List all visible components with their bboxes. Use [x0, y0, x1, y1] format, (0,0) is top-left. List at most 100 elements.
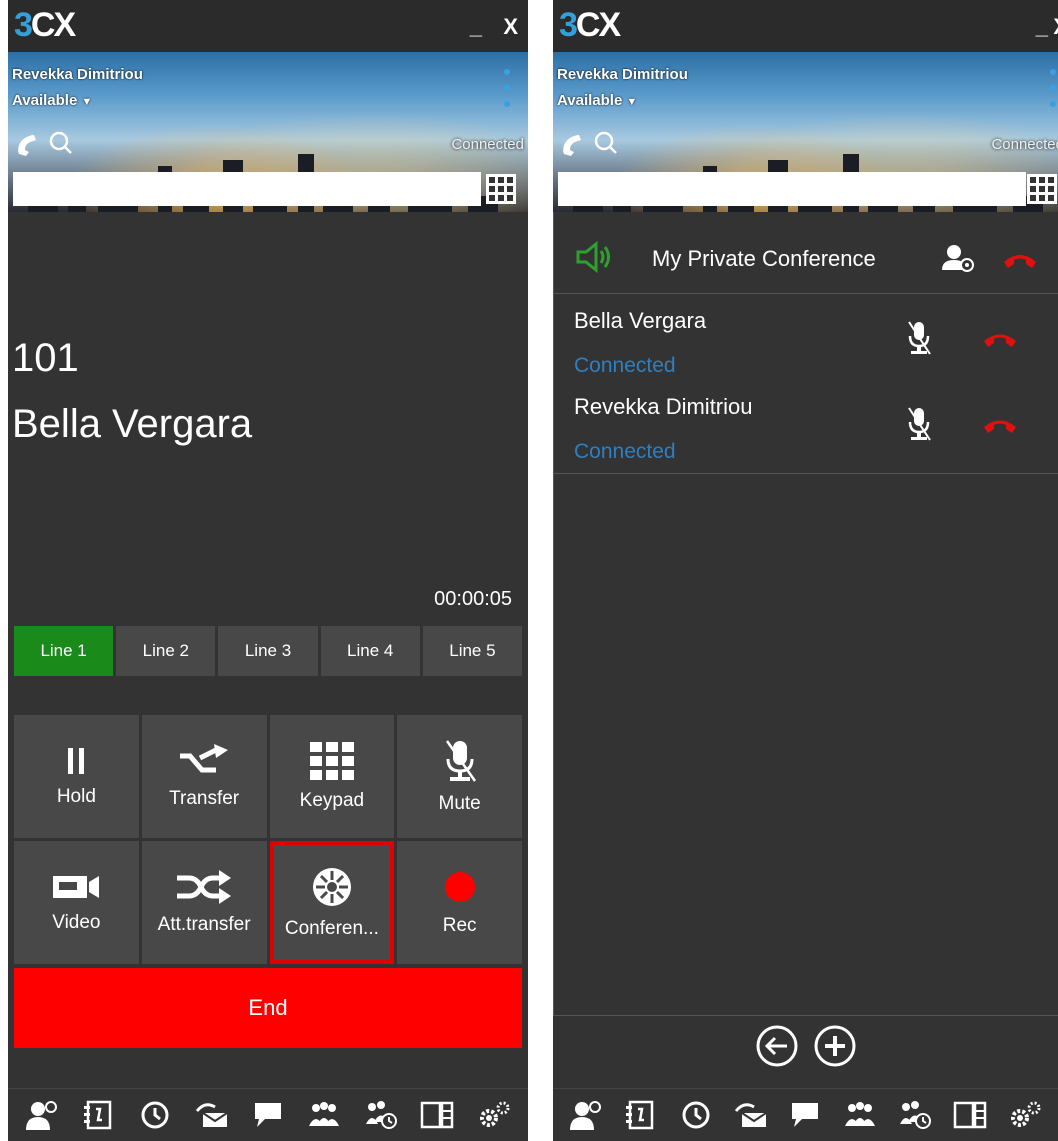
profile-banner: Revekka Dimitriou Available ▼ Connected	[553, 52, 1058, 212]
add-circle-icon[interactable]	[813, 1024, 857, 1068]
conference-schedule-icon[interactable]	[362, 1096, 400, 1134]
more-menu-icon[interactable]	[1050, 66, 1056, 110]
video-button[interactable]: Video	[14, 841, 139, 964]
phone-icon[interactable]	[14, 132, 40, 158]
user-name: Revekka Dimitriou	[557, 66, 688, 83]
presence-dropdown[interactable]: Available ▼	[12, 92, 92, 109]
end-call-button[interactable]: End	[14, 968, 522, 1048]
search-icon[interactable]	[48, 130, 74, 156]
switchboard-icon[interactable]	[841, 1096, 879, 1134]
title-bar: 3CX _ X	[8, 0, 528, 52]
conference-nav	[553, 1024, 1058, 1080]
panels-icon[interactable]	[951, 1096, 989, 1134]
keypad-icon	[309, 741, 354, 780]
search-icon[interactable]	[593, 130, 619, 156]
app-logo: 3CX	[14, 6, 76, 44]
record-icon	[444, 871, 475, 902]
softphone-conference-window: 3CX _ X Revekka Dimitriou Available▼ Con…	[553, 0, 1058, 1141]
participant-name: Bella Vergara	[574, 308, 707, 333]
mute-button[interactable]: Mute	[397, 715, 522, 838]
call-actions-grid: Hold Transfer Keypad Mute Video Att.tran…	[14, 715, 522, 964]
participant-list: Bella Vergara Connected Revekka Dimitrio…	[553, 294, 1058, 474]
hold-label: Hold	[56, 785, 96, 807]
bottom-toolbar	[8, 1088, 528, 1141]
tab-line-3[interactable]: Line 3	[218, 626, 318, 676]
hangup-icon[interactable]	[982, 328, 1018, 348]
conference-title: My Private Conference	[652, 246, 876, 271]
presence-icon[interactable]	[23, 1096, 61, 1134]
dialpad-icon[interactable]	[486, 174, 516, 204]
chat-icon[interactable]	[249, 1096, 287, 1134]
mic-muted-icon[interactable]	[906, 406, 932, 442]
settings-icon[interactable]	[1006, 1096, 1044, 1134]
att-transfer-label: Att.transfer	[157, 913, 251, 935]
dial-input[interactable]	[558, 172, 1026, 206]
connection-status: Connected	[451, 136, 524, 153]
panels-icon[interactable]	[418, 1096, 456, 1134]
minimize-button[interactable]: _	[470, 14, 482, 40]
user-name: Revekka Dimitriou	[12, 66, 143, 83]
video-camera-icon	[53, 875, 100, 898]
close-button[interactable]: X	[503, 14, 518, 40]
voicemail-icon[interactable]	[732, 1096, 770, 1134]
tab-line-4[interactable]: Line 4	[320, 626, 420, 676]
close-button[interactable]: X	[1053, 14, 1058, 40]
speaker-icon[interactable]	[574, 240, 614, 274]
line-tabs: Line 1 Line 2 Line 3 Line 4 Line 5	[14, 626, 523, 676]
minimize-button[interactable]: _	[1036, 14, 1048, 40]
conference-empty-area	[553, 474, 1058, 1016]
hangup-icon[interactable]	[982, 414, 1018, 434]
dialpad-icon[interactable]	[1027, 174, 1057, 204]
more-menu-icon[interactable]	[504, 66, 510, 110]
participant-name: Revekka Dimitriou	[574, 394, 753, 419]
mic-muted-icon[interactable]	[906, 320, 932, 356]
tab-line-2[interactable]: Line 2	[116, 626, 216, 676]
hold-button[interactable]: Hold	[14, 715, 139, 838]
conference-label: Conferen...	[284, 917, 379, 939]
phone-icon[interactable]	[559, 132, 585, 158]
att-transfer-button[interactable]: Att.transfer	[141, 841, 267, 964]
mic-muted-icon	[445, 739, 476, 782]
app-logo: 3CX	[559, 6, 621, 44]
conference-button[interactable]: Conferen...	[269, 841, 395, 964]
record-button[interactable]: Rec	[397, 841, 522, 964]
keypad-label: Keypad	[299, 789, 365, 811]
presence-dropdown[interactable]: Available ▼	[557, 92, 637, 109]
dial-input[interactable]	[13, 172, 481, 206]
caller-name: Bella Vergara	[12, 402, 253, 446]
pause-icon	[68, 747, 85, 774]
chat-icon[interactable]	[786, 1096, 824, 1134]
title-bar: 3CX _ X	[553, 0, 1058, 52]
contacts-icon[interactable]	[80, 1096, 118, 1134]
transfer-label: Transfer	[169, 787, 240, 809]
conference-schedule-icon[interactable]	[896, 1096, 934, 1134]
add-participant-icon[interactable]	[942, 244, 974, 272]
transfer-button[interactable]: Transfer	[141, 715, 267, 838]
caret-down-icon: ▼	[626, 96, 638, 108]
conference-icon	[312, 867, 351, 906]
conference-panel: My Private Conference Bella Vergara Conn…	[553, 212, 1058, 1088]
shuffle-icon	[177, 869, 232, 904]
caller-number: 101	[12, 336, 79, 380]
conference-header: My Private Conference	[553, 212, 1058, 294]
caret-down-icon: ▼	[81, 96, 93, 108]
transfer-icon	[180, 743, 229, 772]
back-arrow-icon[interactable]	[755, 1024, 799, 1068]
recents-icon[interactable]	[136, 1096, 174, 1134]
tab-line-5[interactable]: Line 5	[422, 626, 523, 676]
switchboard-icon[interactable]	[305, 1096, 343, 1134]
connection-status: Connected	[991, 136, 1058, 153]
tab-line-1[interactable]: Line 1	[14, 626, 114, 676]
bottom-toolbar	[553, 1088, 1058, 1141]
voicemail-icon[interactable]	[193, 1096, 231, 1134]
presence-icon[interactable]	[567, 1096, 605, 1134]
settings-icon[interactable]	[475, 1096, 513, 1134]
recents-icon[interactable]	[677, 1096, 715, 1134]
keypad-button[interactable]: Keypad	[269, 715, 395, 838]
participant-status: Connected	[574, 440, 676, 463]
contacts-icon[interactable]	[622, 1096, 660, 1134]
profile-banner: Revekka Dimitriou Available ▼ Connected	[8, 52, 528, 212]
video-label: Video	[52, 911, 101, 933]
call-timer: 00:00:05	[434, 588, 512, 610]
end-conference-icon[interactable]	[1002, 248, 1038, 270]
